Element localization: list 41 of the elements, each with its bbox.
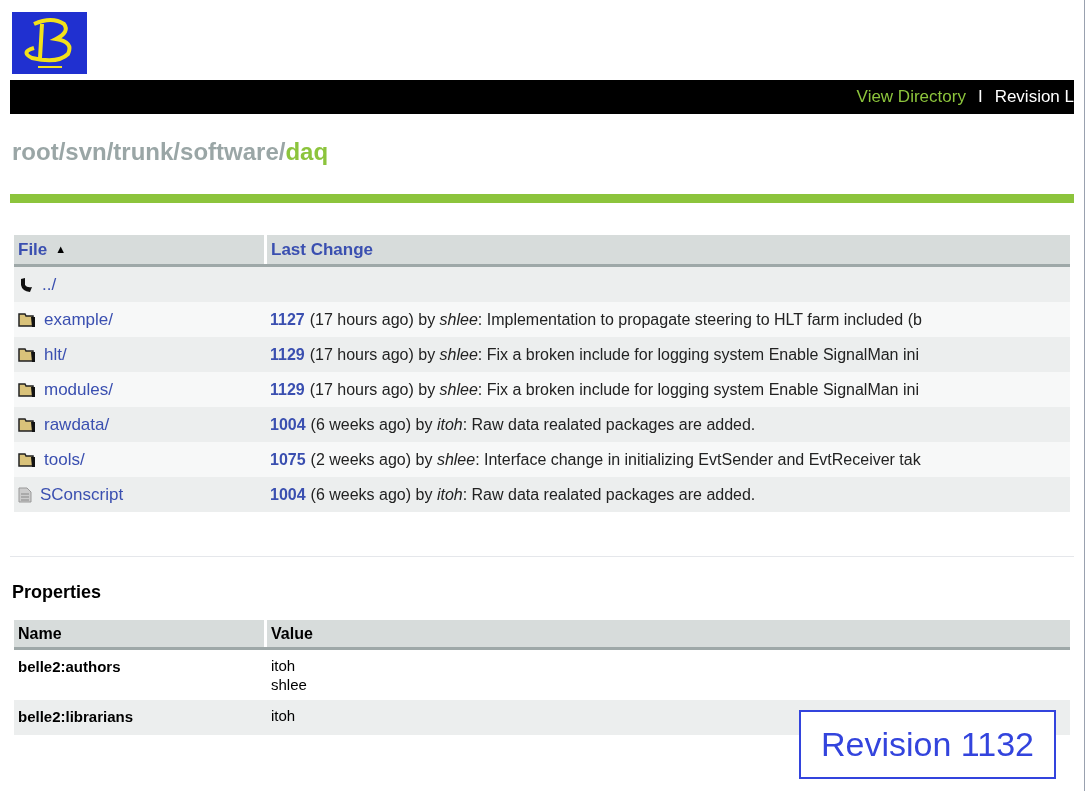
- property-value: shlee: [271, 675, 307, 694]
- file-link[interactable]: tools/: [44, 446, 85, 473]
- change-text: (2 weeks ago) by shlee: Interface change in initializing EvtSender and EvtReceiver tak: [310, 449, 921, 470]
- file-link[interactable]: modules/: [44, 376, 113, 403]
- folder-icon: [18, 416, 36, 433]
- file-link[interactable]: hlt/: [44, 341, 67, 368]
- change-text: (17 hours ago) by shlee: Fix a broken include for logging system Enable SignalMan ini: [309, 344, 919, 365]
- column-header: Name: [14, 620, 264, 647]
- folder-icon: [18, 381, 36, 398]
- revision-label: Revision 1132: [799, 710, 1056, 779]
- change-text: (6 weeks ago) by itoh: Raw data realated packages are added.: [310, 414, 756, 435]
- property-value: itoh: [271, 706, 296, 725]
- breadcrumb-current: daq: [285, 137, 329, 167]
- revision-link[interactable]: 1129: [270, 342, 305, 367]
- column-header: Value: [267, 620, 1070, 647]
- file-link[interactable]: ../: [42, 271, 57, 298]
- column-header[interactable]: File ▲: [14, 235, 264, 264]
- file-link[interactable]: rawdata/: [44, 411, 110, 438]
- file-icon: [18, 486, 32, 503]
- file-link[interactable]: example/: [44, 306, 113, 333]
- nav-link[interactable]: Revision L: [994, 84, 1074, 110]
- section-title: Properties: [11, 581, 103, 604]
- revision-link[interactable]: 1127: [270, 307, 305, 332]
- property-value: itoh: [271, 656, 297, 675]
- revision-link[interactable]: 1075: [270, 447, 306, 472]
- file-link[interactable]: SConscript: [40, 481, 124, 508]
- back-arrow-icon: [18, 276, 34, 293]
- property-name: belle2:authors: [17, 657, 122, 677]
- change-text: (17 hours ago) by shlee: Fix a broken include for logging system Enable SignalMan ini: [309, 379, 919, 400]
- revision-link[interactable]: 1004: [270, 412, 306, 437]
- nav-separator: I: [977, 86, 983, 109]
- revision-link[interactable]: 1004: [270, 482, 306, 507]
- change-text: (17 hours ago) by shlee: Implementation to propagate steering to HLT farm included (b: [309, 309, 922, 330]
- folder-icon: [18, 346, 36, 363]
- revision-link[interactable]: 1129: [270, 377, 305, 402]
- column-header[interactable]: Last Change: [267, 235, 1070, 264]
- property-name: belle2:librarians: [17, 707, 135, 727]
- folder-icon: [18, 311, 36, 328]
- nav-link[interactable]: View Directory: [856, 84, 966, 110]
- change-text: (6 weeks ago) by itoh: Raw data realated packages are added.: [310, 484, 756, 505]
- folder-icon: [18, 451, 36, 468]
